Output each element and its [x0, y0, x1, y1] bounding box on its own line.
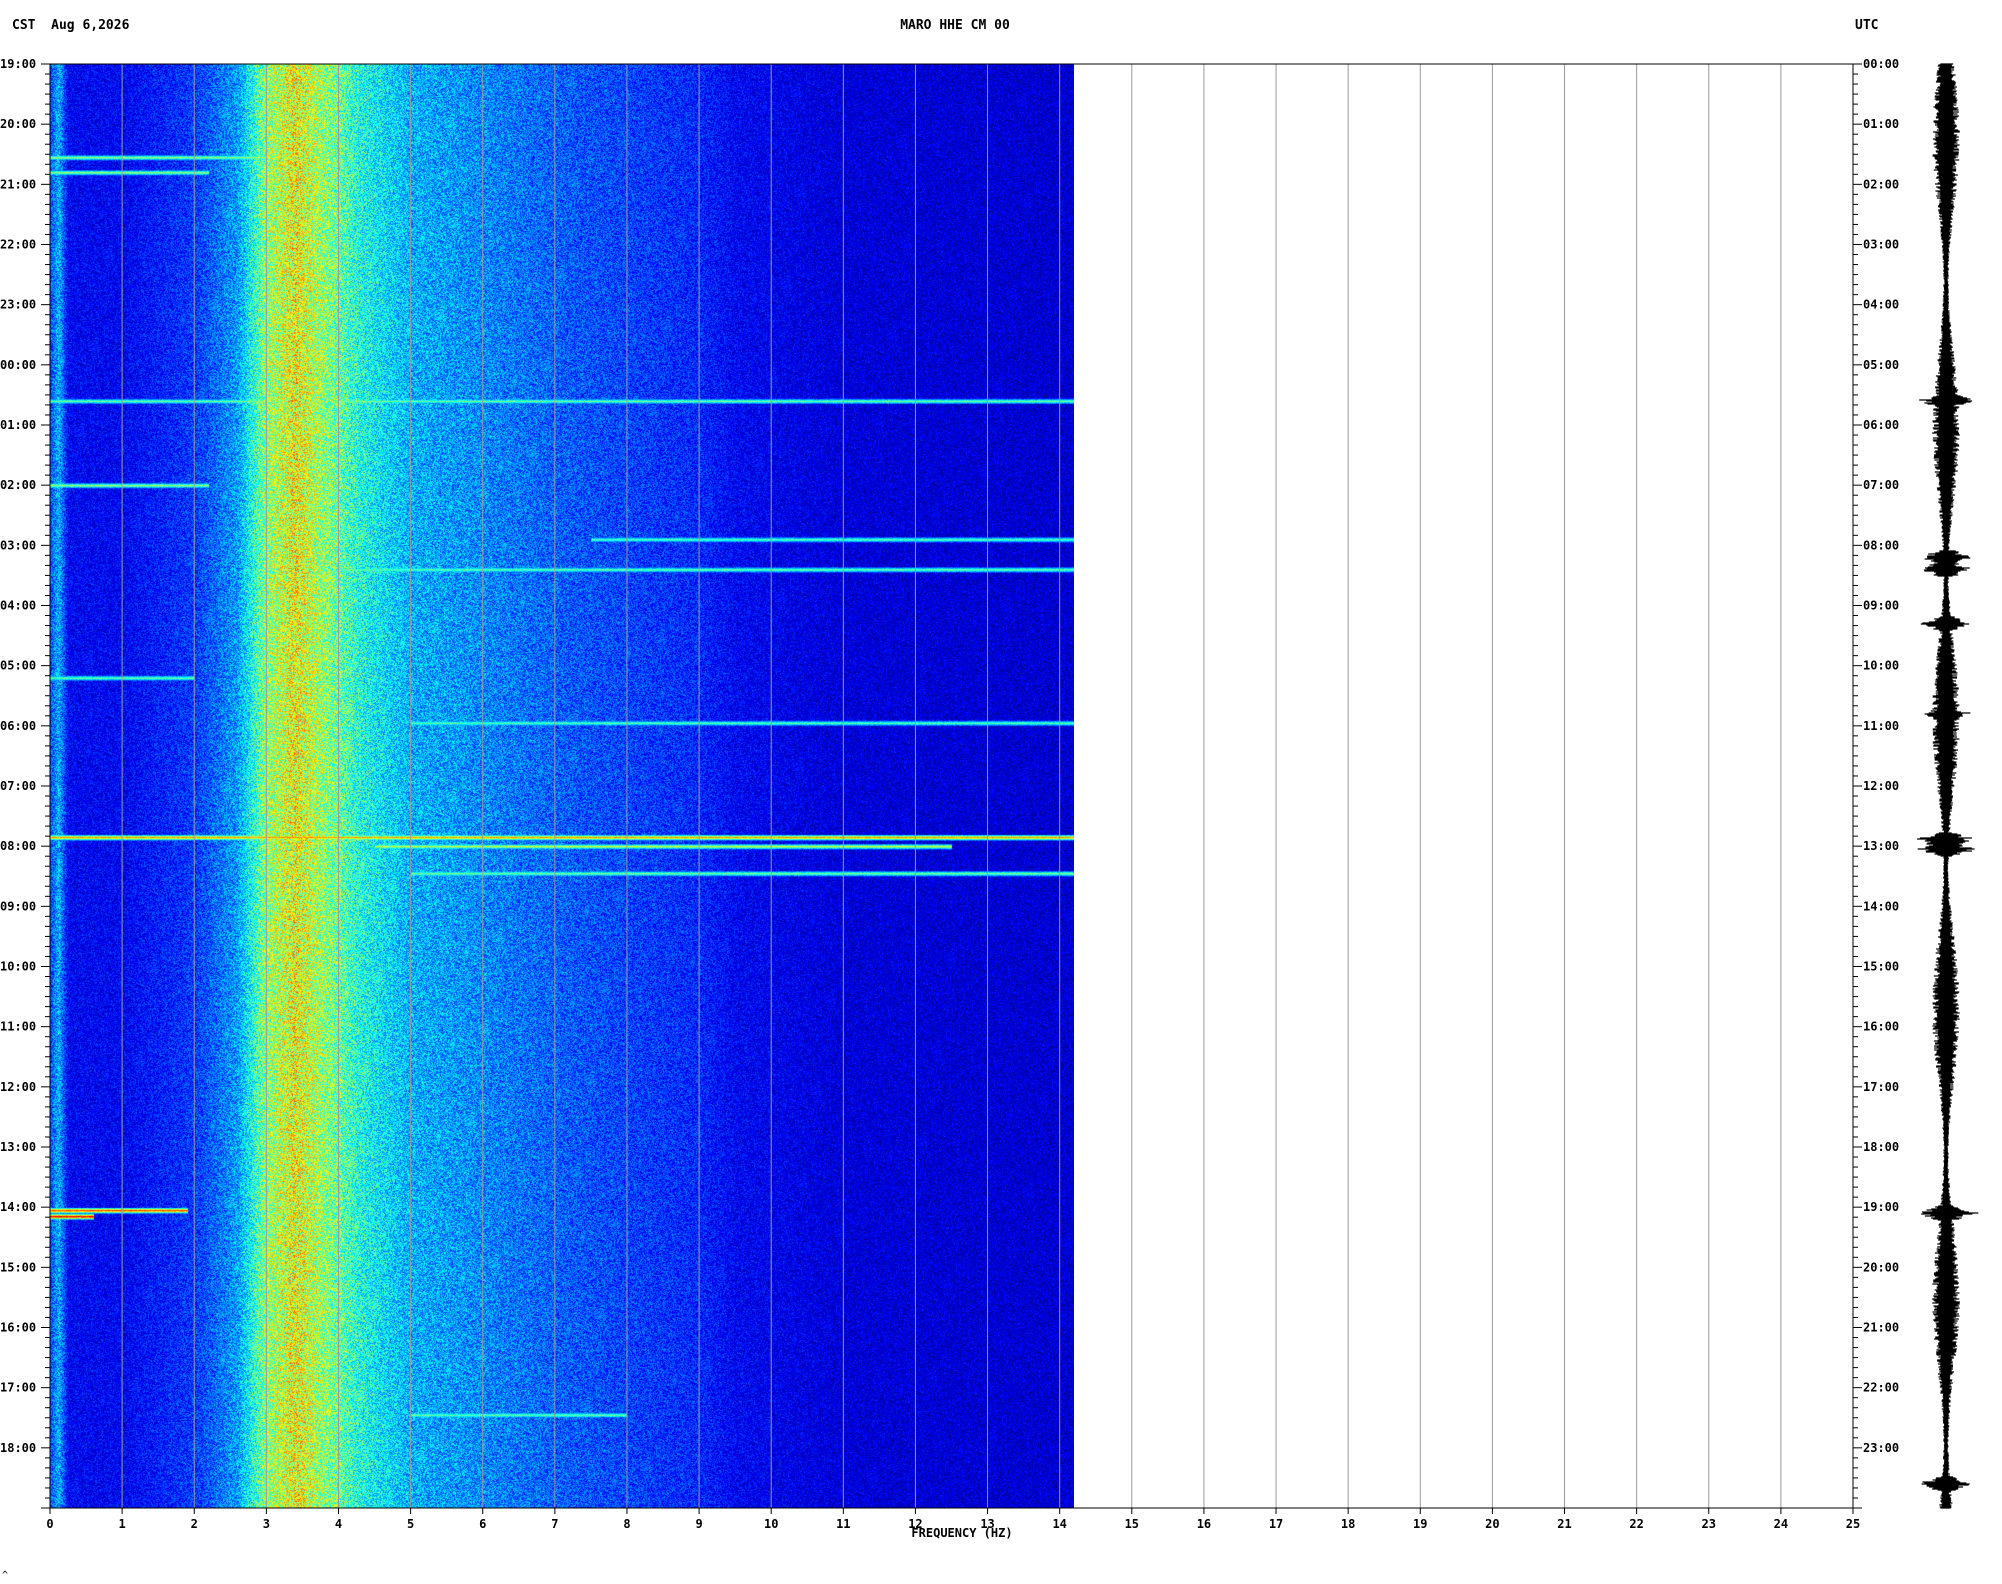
right-time-label: 04:00	[1863, 298, 1899, 312]
left-time-label: 16:00	[0, 1321, 36, 1335]
left-time-label: 03:00	[0, 538, 36, 552]
x-tick-label: 10	[764, 1517, 778, 1531]
right-time-label: 05:00	[1863, 358, 1899, 372]
right-time-label: 03:00	[1863, 238, 1899, 252]
x-tick-label: 7	[551, 1517, 558, 1531]
right-time-label: 20:00	[1863, 1260, 1899, 1274]
x-tick-label: 1	[119, 1517, 126, 1531]
right-time-label: 12:00	[1863, 779, 1899, 793]
x-tick-label: 9	[695, 1517, 702, 1531]
left-time-label: 17:00	[0, 1381, 36, 1395]
left-time-label: 00:00	[0, 358, 36, 372]
right-time-label: 01:00	[1863, 117, 1899, 131]
right-time-label: 18:00	[1863, 1140, 1899, 1154]
right-time-label: 00:00	[1863, 57, 1899, 71]
x-axis-label: FREQUENCY (HZ)	[911, 1526, 1012, 1540]
right-time-label: 17:00	[1863, 1080, 1899, 1094]
left-time-label: 09:00	[0, 899, 36, 913]
left-time-label: 04:00	[0, 599, 36, 613]
left-time-label: 14:00	[0, 1200, 36, 1214]
x-tick-label: 23	[1702, 1517, 1716, 1531]
right-time-label: 06:00	[1863, 418, 1899, 432]
trace-path	[1917, 63, 1979, 1509]
left-time-label: 18:00	[0, 1441, 36, 1455]
x-tick-label: 6	[479, 1517, 486, 1531]
right-time-label: 11:00	[1863, 719, 1899, 733]
left-time-label: 06:00	[0, 719, 36, 733]
left-time-label: 05:00	[0, 659, 36, 673]
x-tick-label: 3	[263, 1517, 270, 1531]
left-time-label: 23:00	[0, 298, 36, 312]
left-time-label: 07:00	[0, 779, 36, 793]
x-tick-label: 4	[335, 1517, 342, 1531]
left-time-label: 22:00	[0, 238, 36, 252]
x-tick-label: 0	[46, 1517, 53, 1531]
x-tick-label: 25	[1846, 1517, 1860, 1531]
x-tick-label: 19	[1413, 1517, 1427, 1531]
right-time-label: 13:00	[1863, 839, 1899, 853]
right-time-label: 07:00	[1863, 478, 1899, 492]
x-tick-label: 2	[191, 1517, 198, 1531]
left-time-label: 11:00	[0, 1020, 36, 1034]
x-tick-label: 14	[1052, 1517, 1066, 1531]
right-time-label: 21:00	[1863, 1321, 1899, 1335]
left-time-label: 19:00	[0, 57, 36, 71]
right-time-label: 02:00	[1863, 177, 1899, 191]
x-tick-label: 24	[1774, 1517, 1788, 1531]
left-time-label: 01:00	[0, 418, 36, 432]
left-time-axis: 19:00 20:00 21:00 22:00 23:00 00:00 01:00 02:00…	[0, 57, 50, 1509]
right-time-label: 14:00	[1863, 899, 1899, 913]
right-time-label: 23:00	[1863, 1441, 1899, 1455]
right-time-label: 10:00	[1863, 659, 1899, 673]
right-time-label: 09:00	[1863, 599, 1899, 613]
x-tick-label: 18	[1341, 1517, 1355, 1531]
right-time-label: 19:00	[1863, 1200, 1899, 1214]
x-tick-label: 20	[1485, 1517, 1499, 1531]
x-tick-label: 16	[1197, 1517, 1211, 1531]
x-tick-label: 15	[1125, 1517, 1139, 1531]
right-time-label: 16:00	[1863, 1020, 1899, 1034]
left-time-label: 08:00	[0, 839, 36, 853]
x-tick-label: 5	[407, 1517, 414, 1531]
x-tick-label: 22	[1629, 1517, 1643, 1531]
left-time-label: 10:00	[0, 960, 36, 974]
x-tick-label: 11	[836, 1517, 850, 1531]
x-tick-label: 8	[623, 1517, 630, 1531]
spectrogram-chart: 19:00 20:00 21:00 22:00 23:00 00:00 01:00 02:00…	[0, 57, 1979, 1540]
right-time-label: 15:00	[1863, 960, 1899, 974]
left-time-label: 20:00	[0, 117, 36, 131]
left-time-label: 21:00	[0, 177, 36, 191]
seismogram-trace	[1917, 63, 1979, 1509]
left-time-label: 15:00	[0, 1260, 36, 1274]
left-time-label: 12:00	[0, 1080, 36, 1094]
x-tick-label: 21	[1557, 1517, 1571, 1531]
footer-mark: ^	[2, 1570, 9, 1581]
left-time-label: 13:00	[0, 1140, 36, 1154]
right-time-axis: 00:00 01:00 02:00 03:00 04:00 05:00 06:00 07:00…	[1853, 57, 1899, 1509]
right-time-label: 08:00	[1863, 538, 1899, 552]
right-time-label: 22:00	[1863, 1381, 1899, 1395]
spectrogram-image	[50, 64, 1074, 1508]
x-tick-label: 17	[1269, 1517, 1283, 1531]
left-time-label: 02:00	[0, 478, 36, 492]
